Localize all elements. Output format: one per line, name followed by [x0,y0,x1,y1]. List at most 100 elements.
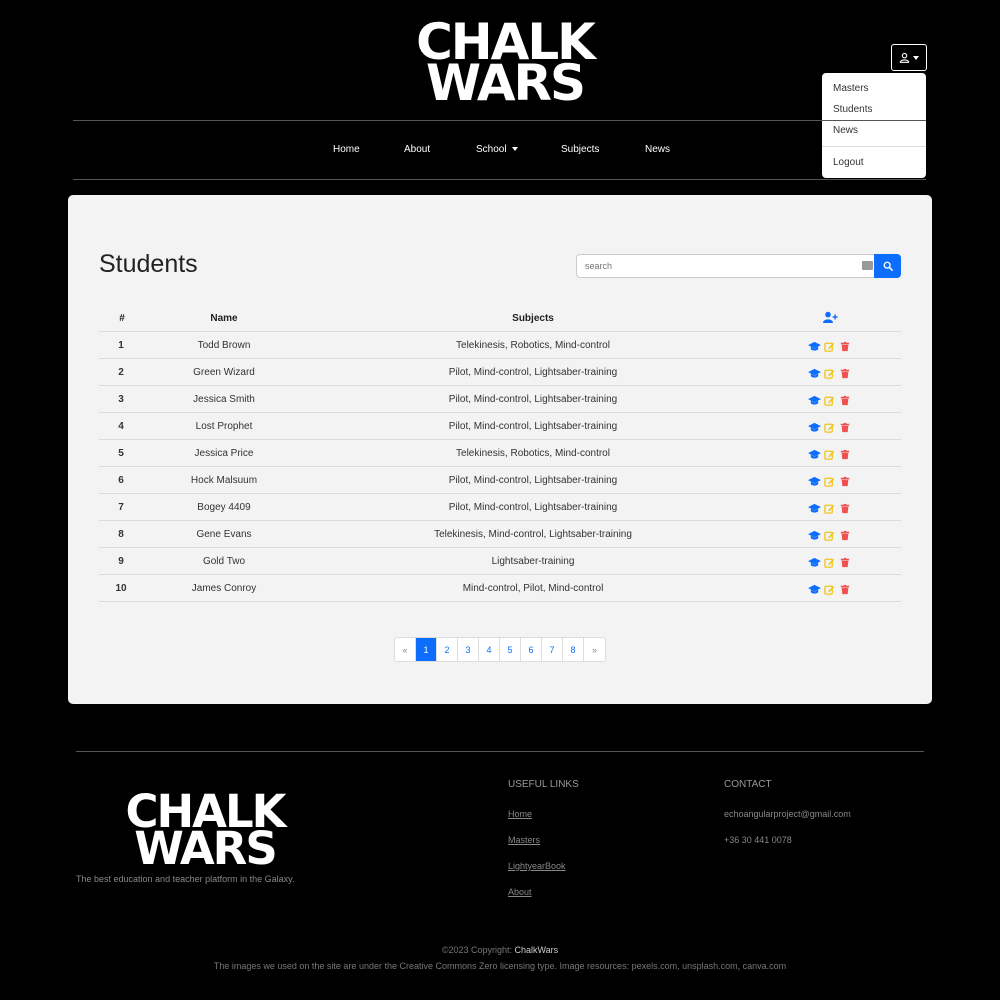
dropdown-item-students[interactable]: Students [833,104,872,115]
user-plus-icon[interactable] [823,311,838,324]
pagination-page[interactable]: 1 [416,638,437,661]
column-header-subjects: Subjects [512,313,554,324]
graduation-cap-icon[interactable] [808,366,821,378]
student-subjects: Pilot, Mind-control, Lightsaber-training [448,475,618,486]
nav-subjects[interactable]: Subjects [561,144,599,155]
column-header-name: Name [210,313,238,324]
pagination-page[interactable]: 6 [521,638,542,661]
student-name: Todd Brown [197,340,251,351]
edit-icon[interactable] [824,339,835,352]
image-license-note: The images we used on the site are under… [213,961,787,971]
student-name: Lost Prophet [195,421,253,432]
trash-icon[interactable] [840,393,851,406]
copyright: ©2023 Copyright: ChalkWars [0,945,1000,955]
pagination-prev[interactable]: « [395,638,416,661]
pagination-next[interactable]: » [584,638,605,661]
trash-icon[interactable] [840,528,851,541]
footer-link-masters[interactable]: Masters [508,835,540,845]
trash-icon[interactable] [840,420,851,433]
graduation-cap-icon[interactable] [808,339,821,351]
copyright-prefix: ©2023 Copyright: [441,945,515,955]
dropdown-item-logout[interactable]: Logout [833,157,864,168]
students-card: Students # Name Subjects 1 Todd Brown Tele… [68,195,932,704]
footer-link-home[interactable]: Home [508,809,532,819]
student-name: Gold Two [202,556,246,567]
row-actions [808,474,851,487]
nav-school-dropdown[interactable]: School [476,144,518,155]
student-name: Gene Evans [196,529,252,540]
useful-links-heading: USEFUL LINKS [508,779,579,790]
footer-link-about[interactable]: About [508,887,532,897]
graduation-cap-icon[interactable] [808,555,821,567]
graduation-cap-icon[interactable] [808,501,821,513]
keyboard-icon [862,261,873,270]
chevron-down-icon [511,147,518,152]
nav-about[interactable]: About [404,144,430,155]
trash-icon[interactable] [840,555,851,568]
graduation-cap-icon[interactable] [808,420,821,432]
edit-icon[interactable] [824,420,835,433]
trash-icon[interactable] [840,474,851,487]
row-actions [808,339,851,352]
pagination-page[interactable]: 8 [563,638,584,661]
edit-icon[interactable] [824,474,835,487]
footer-link-lightyearbook[interactable]: LightyearBook [508,861,566,871]
student-subjects: Telekinesis, Robotics, Mind-control [456,448,610,459]
edit-icon[interactable] [824,528,835,541]
graduation-cap-icon[interactable] [808,582,821,594]
student-subjects: Pilot, Mind-control, Lightsaber-training [448,421,618,432]
nav-top-divider [73,120,926,121]
edit-icon[interactable] [824,582,835,595]
table-row-divider [99,574,901,575]
trash-icon[interactable] [840,366,851,379]
row-actions [808,447,851,460]
edit-icon[interactable] [824,393,835,406]
search-input[interactable] [576,254,874,278]
nav-home[interactable]: Home [333,144,360,155]
header-logo[interactable]: CHALK WARS [405,17,605,108]
user-dropdown-menu: Masters Students News Logout [822,73,926,178]
user-menu-button[interactable] [891,44,927,71]
student-name: Jessica Price [194,448,254,459]
row-actions [808,393,851,406]
table-row-divider [99,385,901,386]
copyright-brand[interactable]: ChalkWars [515,945,559,955]
footer-logo-line-2: WARS [134,821,278,875]
dropdown-item-masters[interactable]: Masters [833,83,869,94]
edit-icon[interactable] [824,447,835,460]
pagination-page[interactable]: 2 [437,638,458,661]
trash-icon[interactable] [840,582,851,595]
student-subjects: Pilot, Mind-control, Lightsaber-training [448,394,618,405]
edit-icon[interactable] [824,501,835,514]
graduation-cap-icon[interactable] [808,393,821,405]
student-name: Green Wizard [193,367,255,378]
search-icon [883,261,893,271]
student-name: Bogey 4409 [197,502,251,513]
table-row-divider [99,439,901,440]
graduation-cap-icon[interactable] [808,528,821,540]
dropdown-item-news[interactable]: News [833,125,858,136]
trash-icon[interactable] [840,501,851,514]
edit-icon[interactable] [824,555,835,568]
pagination-page[interactable]: 4 [479,638,500,661]
dropdown-divider [822,146,926,147]
footer-divider [76,751,924,752]
graduation-cap-icon[interactable] [808,474,821,486]
footer-tagline: The best education and teacher platform … [76,874,295,884]
row-number: 5 [118,448,124,459]
search-button[interactable] [874,254,901,278]
edit-icon[interactable] [824,366,835,379]
nav-news[interactable]: News [645,144,670,155]
pagination-page[interactable]: 5 [500,638,521,661]
pagination-page[interactable]: 3 [458,638,479,661]
trash-icon[interactable] [840,447,851,460]
table-row-divider [99,358,901,359]
row-actions [808,555,851,568]
graduation-cap-icon[interactable] [808,447,821,459]
row-number: 10 [115,583,127,594]
pagination-page[interactable]: 7 [542,638,563,661]
student-subjects: Pilot, Mind-control, Lightsaber-training [448,502,618,513]
trash-icon[interactable] [840,339,851,352]
row-actions [808,501,851,514]
row-number: 6 [118,475,124,486]
